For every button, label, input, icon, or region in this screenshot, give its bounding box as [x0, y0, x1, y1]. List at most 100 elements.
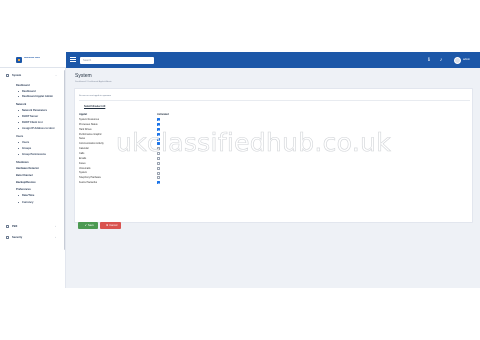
sidebar-item[interactable]: Network [0, 103, 63, 106]
applet-label: Kestrel Networks [79, 181, 98, 185]
activated-checkbox[interactable] [157, 161, 160, 165]
sidebar-item[interactable]: Shutdown [0, 161, 63, 164]
applet-label: Voicemails [79, 166, 91, 170]
activated-checkbox[interactable] [157, 123, 160, 127]
sidebar-item[interactable]: Date/Time [0, 194, 63, 197]
sidebar-item[interactable]: Currency [0, 201, 63, 204]
app-frame: Nocturnal Labs ℹ ♪ admin System ⌄ Dashboar… [0, 52, 480, 288]
sidebar-item-label: PBX [12, 225, 18, 228]
activated-checkbox[interactable] [157, 171, 160, 175]
check-icon: ✔ [84, 224, 87, 227]
sidebar-item[interactable]: Network Parameters [0, 109, 63, 112]
activated-checkbox[interactable] [157, 176, 160, 180]
applet-row: Kestrel Networks [79, 181, 189, 185]
sidebar-item[interactable]: System ⌄ [0, 74, 63, 77]
hamburger-menu-icon[interactable] [70, 57, 76, 63]
sidebar-item-label: Network [16, 103, 27, 106]
logo[interactable]: Nocturnal Labs [16, 57, 46, 63]
sidebar: System ⌄ Dashboard Dashboard Dashboard Apple… [0, 68, 66, 288]
bell-icon[interactable]: ♪ [438, 57, 444, 64]
page-title: System [75, 73, 92, 79]
applet-row: Emails [79, 157, 189, 161]
sidebar-item[interactable]: Users [0, 135, 63, 138]
save-button-label: Save [87, 224, 94, 227]
sidebar-item[interactable]: Security › [0, 236, 63, 239]
select-all-link[interactable]: Select/Unselect All [84, 105, 105, 108]
logo-text: Nocturnal Labs [24, 57, 40, 59]
sidebar-item[interactable]: Dashboard [0, 90, 63, 93]
sidebar-item-label: Security [12, 236, 23, 239]
activated-checkbox[interactable] [157, 118, 160, 122]
sidebar-item[interactable]: Dashboard [0, 84, 63, 87]
sidebar-item[interactable]: Backup/Restore [0, 181, 63, 184]
applet-label: System Resources [79, 118, 100, 121]
user-menu-label[interactable]: admin [463, 58, 470, 61]
applet-row: Telephony Hardware [79, 176, 189, 180]
applet-label: Telephony Hardware [79, 176, 101, 180]
sidebar-item-label: Date/Time [22, 194, 35, 197]
applet-label: Emails [79, 156, 87, 160]
avatar[interactable] [454, 56, 461, 64]
applet-row: System [79, 171, 189, 175]
card-note: Se ven en next apple in aproxmo [79, 95, 111, 97]
sidebar-item[interactable]: Hardware Detector [0, 167, 63, 170]
applet-label: Communication Activity [79, 142, 104, 146]
cancel-button-label: Cancel [109, 224, 118, 227]
sidebar-item[interactable]: DHCP Client List [0, 121, 63, 124]
sidebar-item-label: DHCP Server [22, 115, 39, 118]
applet-label: Performance Graphic [79, 132, 102, 136]
sidebar-item[interactable]: Beta Channel [0, 174, 63, 177]
applet-label: News [79, 137, 85, 141]
close-icon: ✖ [106, 224, 109, 227]
sidebar-item-label: DHCP Client List [22, 121, 43, 124]
sidebar-item[interactable]: Assign IP Address to Host [0, 127, 63, 130]
sidebar-item-label: Dashboard [22, 90, 36, 93]
sidebar-item-label: Shutdown [16, 161, 29, 164]
cancel-button[interactable]: ✖Cancel [100, 222, 121, 229]
module-icon [6, 74, 9, 77]
sidebar-item[interactable]: Groups [0, 147, 63, 150]
sidebar-item[interactable]: DHCP Server [0, 115, 63, 118]
sidebar-item[interactable]: PBX › [0, 225, 63, 228]
sidebar-item[interactable]: Preferences [0, 188, 63, 191]
sidebar-item-label: Users [22, 141, 30, 144]
watermark: ukclassifiedhub.co.uk [116, 128, 392, 158]
sidebar-item-label: Backup/Restore [16, 181, 36, 184]
brand-area[interactable]: Nocturnal Labs [0, 52, 66, 68]
module-icon [6, 225, 9, 228]
search-input[interactable] [80, 56, 154, 64]
applet-label: Calendar [79, 147, 89, 151]
sidebar-item-label: Network Parameters [22, 109, 48, 112]
chevron-icon: › [55, 236, 56, 239]
sidebar-item[interactable]: Group Permissions [0, 153, 63, 156]
activated-checkbox[interactable] [157, 166, 160, 170]
save-button[interactable]: ✔Save [78, 222, 98, 229]
sidebar-scrollbar[interactable] [64, 70, 65, 250]
activated-checkbox[interactable] [157, 156, 160, 160]
breadcrumb[interactable]: Dashboard / Dashboard Applet Admin [75, 81, 112, 83]
applet-label: Processes Status [79, 122, 98, 126]
sidebar-item-label: Hardware Detector [16, 167, 40, 170]
sidebar-item-label: Preferences [16, 188, 31, 191]
sidebar-item-label: Groups [22, 147, 32, 150]
applet-label: System [79, 171, 87, 175]
sidebar-item-label: Beta Channel [16, 174, 33, 177]
applet-label: Calls [79, 151, 85, 155]
applet-row: System Resources [79, 118, 189, 122]
sidebar-item[interactable]: Users [0, 141, 63, 144]
info-icon[interactable]: ℹ [426, 57, 432, 64]
applet-row: Processes Status [79, 123, 189, 127]
chevron-icon: ⌄ [55, 74, 58, 77]
module-icon [6, 236, 9, 239]
sidebar-item-label: Assign IP Address to Host [22, 127, 55, 130]
logo-mark-icon [16, 57, 22, 63]
top-bar: Nocturnal Labs ℹ ♪ admin [0, 52, 480, 68]
sidebar-item[interactable]: Dashboard Applet Admin [0, 95, 63, 98]
sidebar-item-label: Dashboard [16, 84, 30, 87]
divider [79, 100, 470, 101]
applet-row: Voicemails [79, 167, 189, 171]
activated-checkbox[interactable] [157, 181, 160, 185]
applet-label: Hard Drives [79, 127, 92, 131]
sidebar-item-label: System [12, 74, 22, 77]
sidebar-item-label: Users [16, 135, 24, 138]
